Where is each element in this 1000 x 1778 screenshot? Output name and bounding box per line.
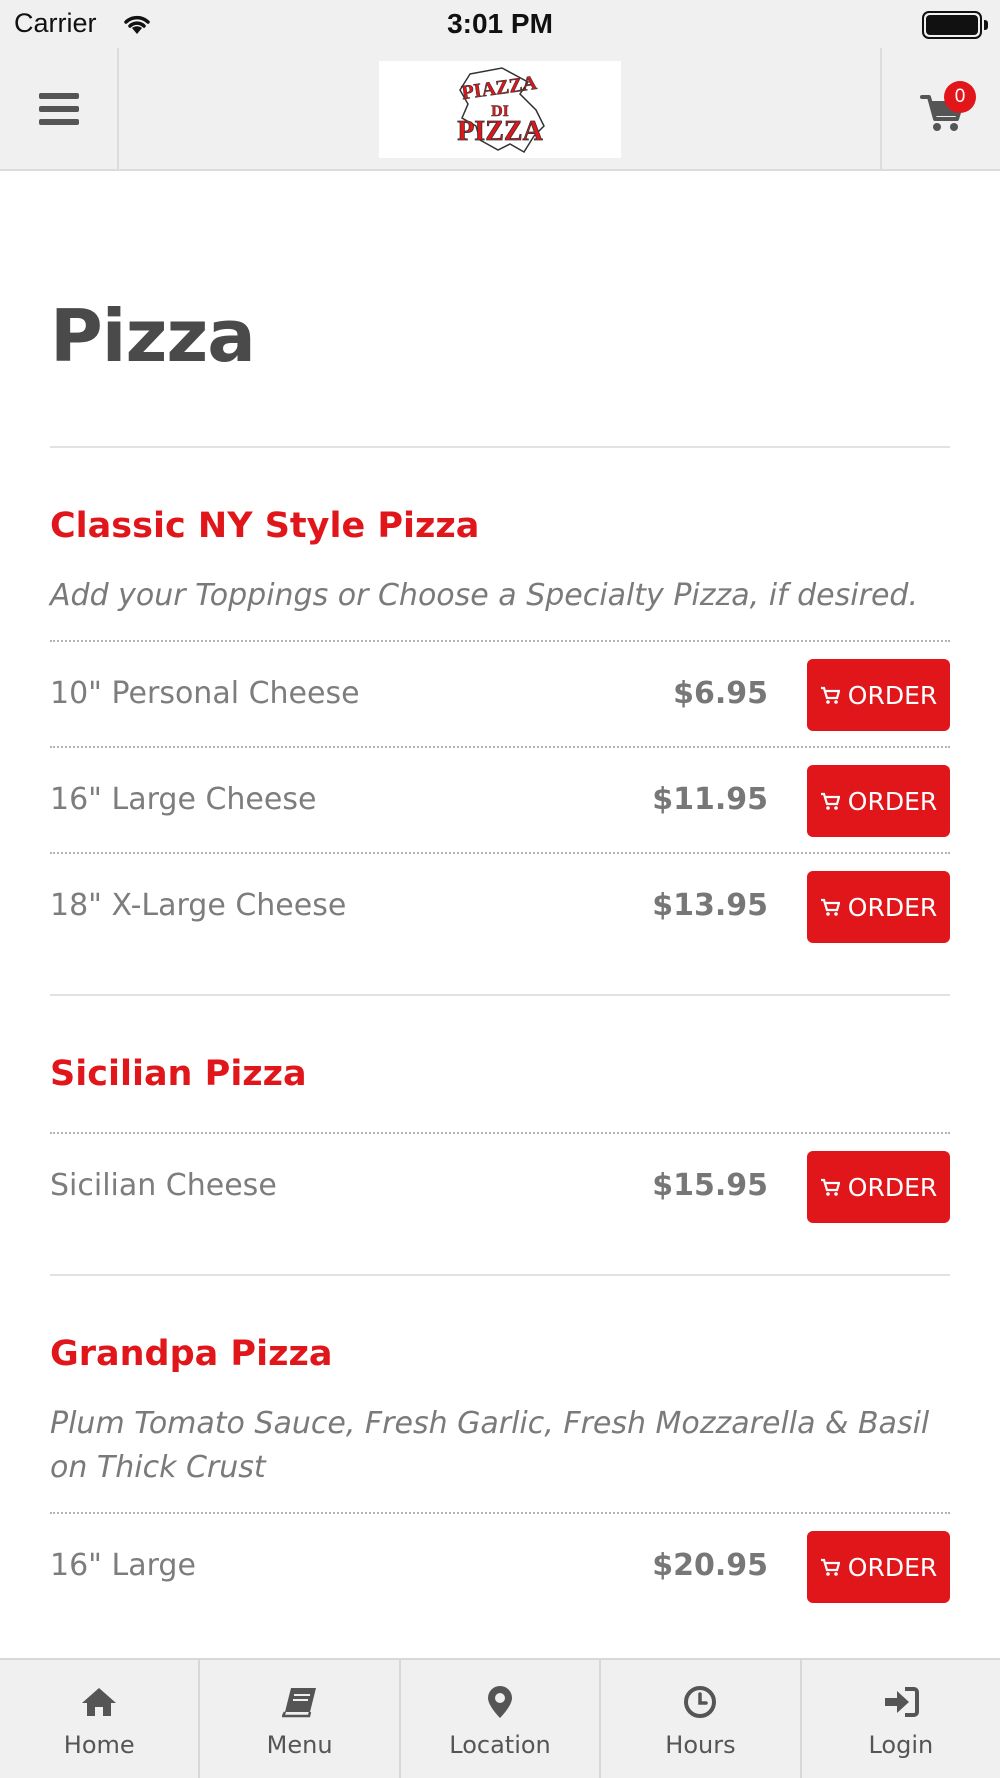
- section-description: Plum Tomato Sauce, Fresh Garlic, Fresh M…: [50, 1406, 930, 1485]
- section-description: Add your Toppings or Choose a Specialty …: [50, 578, 918, 613]
- menu-section: Grandpa Pizza Plum Tomato Sauce, Fresh G…: [50, 1274, 950, 1618]
- order-button[interactable]: ORDER: [807, 1151, 950, 1223]
- order-button-label: ORDER: [847, 892, 938, 922]
- tab-hours[interactable]: Hours: [601, 1660, 802, 1778]
- item-name: 18" X-Large Cheese: [50, 888, 347, 923]
- tab-label: Login: [868, 1731, 934, 1759]
- logo-text-1: PIAZZA: [460, 71, 538, 103]
- battery-icon: [922, 11, 988, 39]
- tab-label: Hours: [665, 1731, 736, 1759]
- status-time: 3:01 PM: [447, 8, 553, 39]
- app-header: PIAZZA DI PIZZA 0: [0, 48, 1000, 171]
- sign-in-icon: [883, 1682, 919, 1722]
- menu-item-row: 16" Large Cheese $11.95 ORDER: [50, 746, 950, 852]
- bottom-tab-bar: Home Menu Location Hours Login: [0, 1658, 1000, 1778]
- cart-icon: [820, 686, 840, 704]
- item-name: Sicilian Cheese: [50, 1168, 277, 1203]
- section-title: Classic NY Style Pizza: [50, 506, 480, 546]
- item-name: 10" Personal Cheese: [50, 676, 360, 711]
- menu-item-row: 10" Personal Cheese $6.95 ORDER: [50, 640, 950, 746]
- order-button[interactable]: ORDER: [807, 1531, 950, 1603]
- tab-label: Home: [63, 1731, 135, 1759]
- section-title: Grandpa Pizza: [50, 1334, 333, 1374]
- logo-image: PIAZZA DI PIZZA: [457, 66, 545, 153]
- logo-text-3: PIZZA: [457, 116, 543, 147]
- tab-label: Menu: [266, 1731, 333, 1759]
- item-price: $20.95: [652, 1548, 768, 1583]
- cart-icon: [820, 1558, 840, 1576]
- item-price: $11.95: [652, 782, 768, 817]
- page-title: Pizza: [50, 294, 256, 378]
- item-name: 16" Large: [50, 1548, 196, 1583]
- cart-button[interactable]: 0: [880, 48, 1000, 169]
- cart-icon: [820, 898, 840, 916]
- hamburger-icon: [38, 92, 79, 125]
- tab-location[interactable]: Location: [401, 1660, 602, 1778]
- home-icon: [80, 1682, 118, 1722]
- order-button-label: ORDER: [847, 1172, 938, 1202]
- tab-menu[interactable]: Menu: [200, 1660, 401, 1778]
- order-button-label: ORDER: [847, 680, 938, 710]
- order-button[interactable]: ORDER: [807, 765, 950, 837]
- item-price: $15.95: [652, 1168, 768, 1203]
- menu-section: Sicilian Pizza Sicilian Cheese $15.95 OR…: [50, 994, 950, 1238]
- cart-icon: [820, 1178, 840, 1196]
- cart-icon: [820, 792, 840, 810]
- status-bar: Carrier 3:01 PM: [0, 0, 1000, 48]
- item-name: 16" Large Cheese: [50, 782, 317, 817]
- cart-count-badge: 0: [944, 81, 976, 113]
- order-button-label: ORDER: [847, 1552, 938, 1582]
- order-button[interactable]: ORDER: [807, 871, 950, 943]
- order-button[interactable]: ORDER: [807, 659, 950, 731]
- item-price: $13.95: [652, 888, 768, 923]
- book-icon: [281, 1682, 318, 1722]
- menu-content: Pizza Classic NY Style Pizza Add your To…: [50, 173, 950, 1618]
- menu-section: Classic NY Style Pizza Add your Toppings…: [50, 446, 950, 958]
- section-title: Sicilian Pizza: [50, 1054, 307, 1094]
- clock-icon: [683, 1682, 717, 1722]
- tab-home[interactable]: Home: [0, 1660, 201, 1778]
- restaurant-logo[interactable]: PIAZZA DI PIZZA: [379, 61, 621, 158]
- menu-item-row: 18" X-Large Cheese $13.95 ORDER: [50, 852, 950, 958]
- item-price: $6.95: [673, 676, 768, 711]
- map-pin-icon: [487, 1682, 513, 1722]
- tab-login[interactable]: Login: [802, 1660, 1000, 1778]
- menu-item-row: Sicilian Cheese $15.95 ORDER: [50, 1132, 950, 1238]
- menu-button[interactable]: [0, 48, 119, 169]
- tab-label: Location: [449, 1731, 551, 1759]
- order-button-label: ORDER: [847, 786, 938, 816]
- menu-item-row: 16" Large $20.95 ORDER: [50, 1512, 950, 1618]
